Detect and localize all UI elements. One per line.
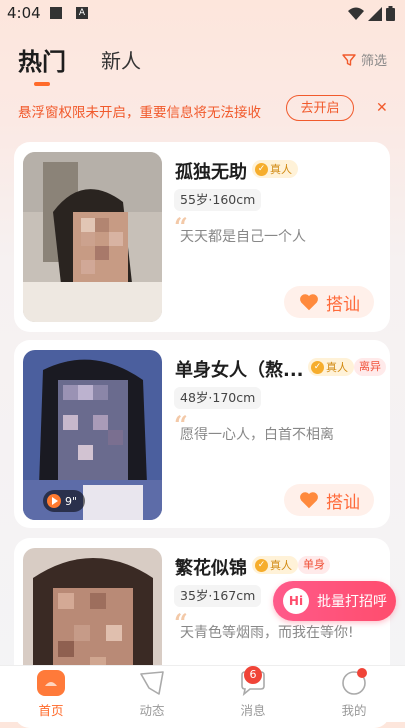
play-icon xyxy=(47,494,61,508)
enable-permission-button[interactable]: 去开启 xyxy=(286,95,354,121)
chat-up-label: 搭讪 xyxy=(326,294,360,315)
verified-badge: ✓ 真人 xyxy=(252,160,298,178)
status-icons xyxy=(348,6,395,21)
chat-up-button[interactable]: 搭讪 xyxy=(284,484,374,516)
top-tabs: 热门 新人 筛选 xyxy=(0,38,405,88)
nav-home-label: 首页 xyxy=(38,703,64,718)
filter-button[interactable]: 筛选 xyxy=(341,50,387,69)
tab-active-indicator xyxy=(34,82,50,86)
user-motto: 愿得一心人，白首不相离 xyxy=(180,427,334,443)
home-icon xyxy=(36,670,66,696)
verified-label: 真人 xyxy=(326,361,348,374)
user-photo[interactable] xyxy=(23,152,162,322)
signal-icon xyxy=(368,6,382,21)
notification-a-icon: A xyxy=(76,7,88,19)
tab-new[interactable]: 新人 xyxy=(101,45,141,74)
bulk-greet-button[interactable]: Hi 批量打招呼 xyxy=(273,581,396,621)
user-photo[interactable]: 9" xyxy=(23,350,162,520)
verified-label: 真人 xyxy=(270,559,292,572)
marital-status-badge: 单身 xyxy=(298,556,330,574)
hi-icon: Hi xyxy=(283,588,309,614)
nav-mine-label: 我的 xyxy=(341,703,367,718)
filter-icon xyxy=(342,53,356,66)
user-card[interactable]: 孤独无助 ✓ 真人 55岁·160cm “ 天天都是自己一个人 搭讪 xyxy=(14,142,390,332)
user-card[interactable]: 9" 单身女人（熬... ✓ 真人 离异 48岁·170cm “ 愿得一心人，白首… xyxy=(14,340,390,528)
video-duration: 9" xyxy=(65,494,78,508)
nav-moments-label: 动态 xyxy=(139,703,165,718)
bottom-nav: 首页 动态 6 消息 我的 xyxy=(0,665,405,722)
nav-messages-label: 消息 xyxy=(240,703,266,718)
verified-icon: ✓ xyxy=(255,162,268,176)
user-name: 单身女人（熬... xyxy=(175,360,304,381)
permission-notice: 悬浮窗权限未开启，重要信息将无法接收 去开启 ✕ xyxy=(0,92,405,128)
profile-icon xyxy=(339,668,369,696)
bulk-greet-label: 批量打招呼 xyxy=(317,594,387,610)
user-age-height: 55岁·160cm xyxy=(174,189,262,211)
avatar xyxy=(23,152,162,322)
user-name: 繁花似锦 xyxy=(175,558,247,579)
verified-icon: ✓ xyxy=(255,558,268,572)
verified-badge: ✓ 真人 xyxy=(252,556,298,574)
nav-home[interactable]: 首页 xyxy=(21,670,81,719)
verified-badge: ✓ 真人 xyxy=(308,358,354,376)
heart-icon xyxy=(300,492,318,509)
nav-moments[interactable]: 动态 xyxy=(122,670,182,719)
user-name: 孤独无助 xyxy=(175,162,247,183)
unread-count-badge: 6 xyxy=(244,666,262,684)
user-age-height: 35岁·167cm xyxy=(174,585,262,607)
verified-label: 真人 xyxy=(270,163,292,176)
user-age-height: 48岁·170cm xyxy=(174,387,262,409)
user-motto: 天天都是自己一个人 xyxy=(180,229,306,245)
message-icon: 6 xyxy=(238,666,268,697)
wifi-icon xyxy=(348,7,364,20)
moments-icon xyxy=(137,670,167,696)
nav-mine[interactable]: 我的 xyxy=(324,668,384,719)
status-time: 4:04 xyxy=(7,4,41,22)
notice-text: 悬浮窗权限未开启，重要信息将无法接收 xyxy=(18,105,261,121)
nav-messages[interactable]: 6 消息 xyxy=(223,666,283,719)
user-motto: 天青色等烟雨，而我在等你! xyxy=(180,625,354,641)
notification-square-icon xyxy=(50,7,62,19)
marital-status-badge: 离异 xyxy=(354,358,386,376)
heart-icon xyxy=(300,294,318,311)
chat-up-button[interactable]: 搭讪 xyxy=(284,286,374,318)
close-icon[interactable]: ✕ xyxy=(376,100,388,116)
filter-label: 筛选 xyxy=(360,54,387,69)
notification-dot xyxy=(357,668,367,678)
status-bar: 4:04 A xyxy=(0,0,405,28)
tab-hot[interactable]: 热门 xyxy=(18,42,66,77)
verified-icon: ✓ xyxy=(311,360,324,374)
chat-up-label: 搭讪 xyxy=(326,492,360,513)
battery-icon xyxy=(386,6,395,21)
video-duration-badge[interactable]: 9" xyxy=(43,490,86,512)
